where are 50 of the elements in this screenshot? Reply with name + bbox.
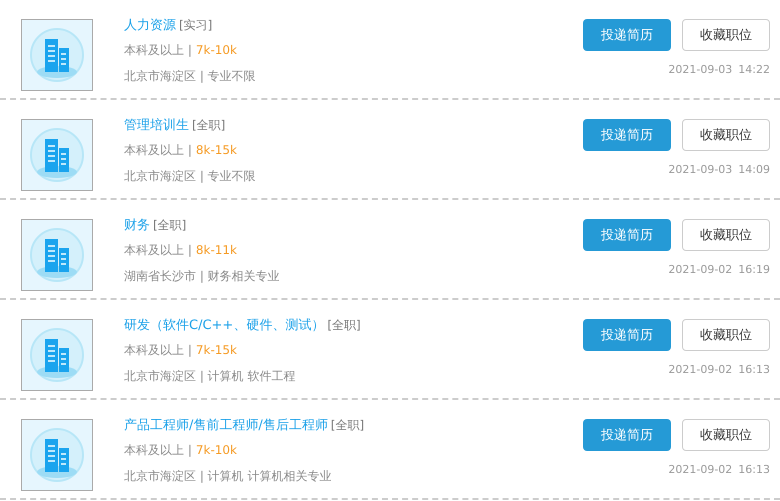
location-major: 北京市海淀区 | 专业不限 xyxy=(124,169,256,183)
salary-range: 7k-10k xyxy=(196,43,237,57)
building-icon xyxy=(28,26,86,84)
post-date: 2021-09-02 xyxy=(668,463,732,476)
job-type: [实习] xyxy=(179,18,212,32)
post-date: 2021-09-02 xyxy=(668,363,732,376)
salary-range: 7k-15k xyxy=(196,343,237,357)
location-major: 湖南省长沙市 | 财务相关专业 xyxy=(124,269,280,283)
save-job-button[interactable]: 收藏职位 xyxy=(682,119,770,151)
post-time: 16:13 xyxy=(738,463,770,476)
job-title-link[interactable]: 人力资源 xyxy=(124,18,176,33)
job-type: [全职] xyxy=(327,318,361,332)
building-icon xyxy=(28,326,86,384)
salary-range: 8k-11k xyxy=(196,243,237,257)
apply-button[interactable]: 投递简历 xyxy=(583,319,671,351)
building-icon xyxy=(28,226,86,284)
post-date: 2021-09-02 xyxy=(668,263,732,276)
post-time: 14:22 xyxy=(738,63,770,76)
location-major: 北京市海淀区 | 计算机 软件工程 xyxy=(124,369,296,383)
save-job-button[interactable]: 收藏职位 xyxy=(682,319,770,351)
job-type: [全职] xyxy=(330,418,364,432)
post-date: 2021-09-03 xyxy=(668,63,732,76)
building-icon xyxy=(28,426,86,484)
save-job-button[interactable]: 收藏职位 xyxy=(682,19,770,51)
apply-button[interactable]: 投递简历 xyxy=(583,19,671,51)
apply-button[interactable]: 投递简历 xyxy=(583,219,671,251)
education-requirement: 本科及以上 | xyxy=(124,343,192,357)
education-requirement: 本科及以上 | xyxy=(124,243,192,257)
apply-button[interactable]: 投递简历 xyxy=(583,419,671,451)
job-title-link[interactable]: 研发（软件C/C++、硬件、测试） xyxy=(124,318,324,333)
salary-range: 8k-15k xyxy=(196,143,237,157)
job-type: [全职] xyxy=(192,118,226,132)
job-title-link[interactable]: 管理培训生 xyxy=(124,118,189,133)
post-time: 16:13 xyxy=(738,363,770,376)
apply-button[interactable]: 投递简历 xyxy=(583,119,671,151)
education-requirement: 本科及以上 | xyxy=(124,443,192,457)
job-type: [全职] xyxy=(153,218,186,232)
location-major: 北京市海淀区 | 专业不限 xyxy=(124,69,256,83)
post-date: 2021-09-03 xyxy=(668,163,732,176)
save-job-button[interactable]: 收藏职位 xyxy=(682,419,770,451)
job-title-link[interactable]: 财务 xyxy=(124,218,150,233)
location-major: 北京市海淀区 | 计算机 计算机相关专业 xyxy=(124,469,332,483)
post-time: 14:09 xyxy=(738,163,770,176)
education-requirement: 本科及以上 | xyxy=(124,43,192,57)
salary-range: 7k-10k xyxy=(196,443,237,457)
job-title-link[interactable]: 产品工程师/售前工程师/售后工程师 xyxy=(124,418,328,433)
education-requirement: 本科及以上 | xyxy=(124,143,192,157)
building-icon xyxy=(28,126,86,184)
save-job-button[interactable]: 收藏职位 xyxy=(682,219,770,251)
post-time: 16:19 xyxy=(738,263,770,276)
